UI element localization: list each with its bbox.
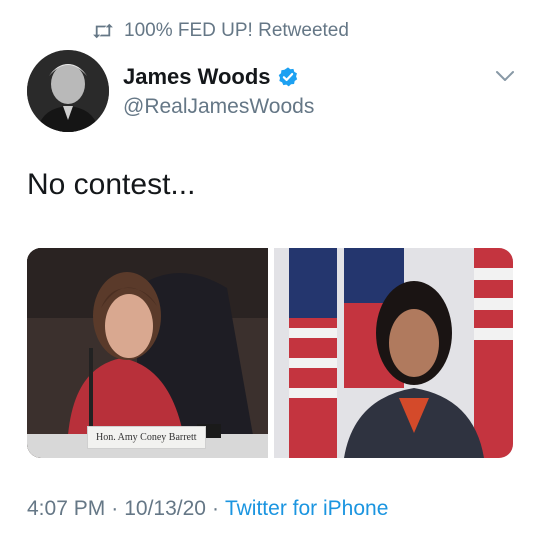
meta-separator-2: · <box>211 497 219 520</box>
tweet-date[interactable]: 10/13/20 <box>124 497 206 521</box>
author-handle[interactable]: @RealJamesWoods <box>123 95 314 119</box>
retweet-context[interactable]: 100% FED UP! Retweeted <box>92 20 349 42</box>
avatar-image <box>27 50 109 132</box>
tweet-source-link[interactable]: Twitter for iPhone <box>225 497 388 521</box>
author-name-row[interactable]: James Woods <box>123 64 299 90</box>
tweet-media[interactable]: Hon. Amy Coney Barrett <box>27 248 513 458</box>
chevron-down-icon[interactable] <box>494 68 516 84</box>
retweet-icon <box>93 23 113 39</box>
display-name[interactable]: James Woods <box>123 64 271 90</box>
tweet-time[interactable]: 4:07 PM <box>27 497 105 521</box>
retweet-label: 100% FED UP! Retweeted <box>124 20 349 41</box>
tweet-text: No contest... <box>27 168 196 201</box>
meta-separator: · <box>111 497 119 520</box>
media-image-left[interactable]: Hon. Amy Coney Barrett <box>27 248 268 458</box>
verified-badge-icon <box>278 67 297 87</box>
media-image-right[interactable] <box>274 248 513 458</box>
hearing-photo-right <box>274 248 513 458</box>
tweet-meta: 4:07 PM · 10/13/20 · Twitter for iPhone <box>27 497 388 521</box>
nameplate-caption: Hon. Amy Coney Barrett <box>87 426 206 449</box>
avatar[interactable] <box>27 50 109 132</box>
